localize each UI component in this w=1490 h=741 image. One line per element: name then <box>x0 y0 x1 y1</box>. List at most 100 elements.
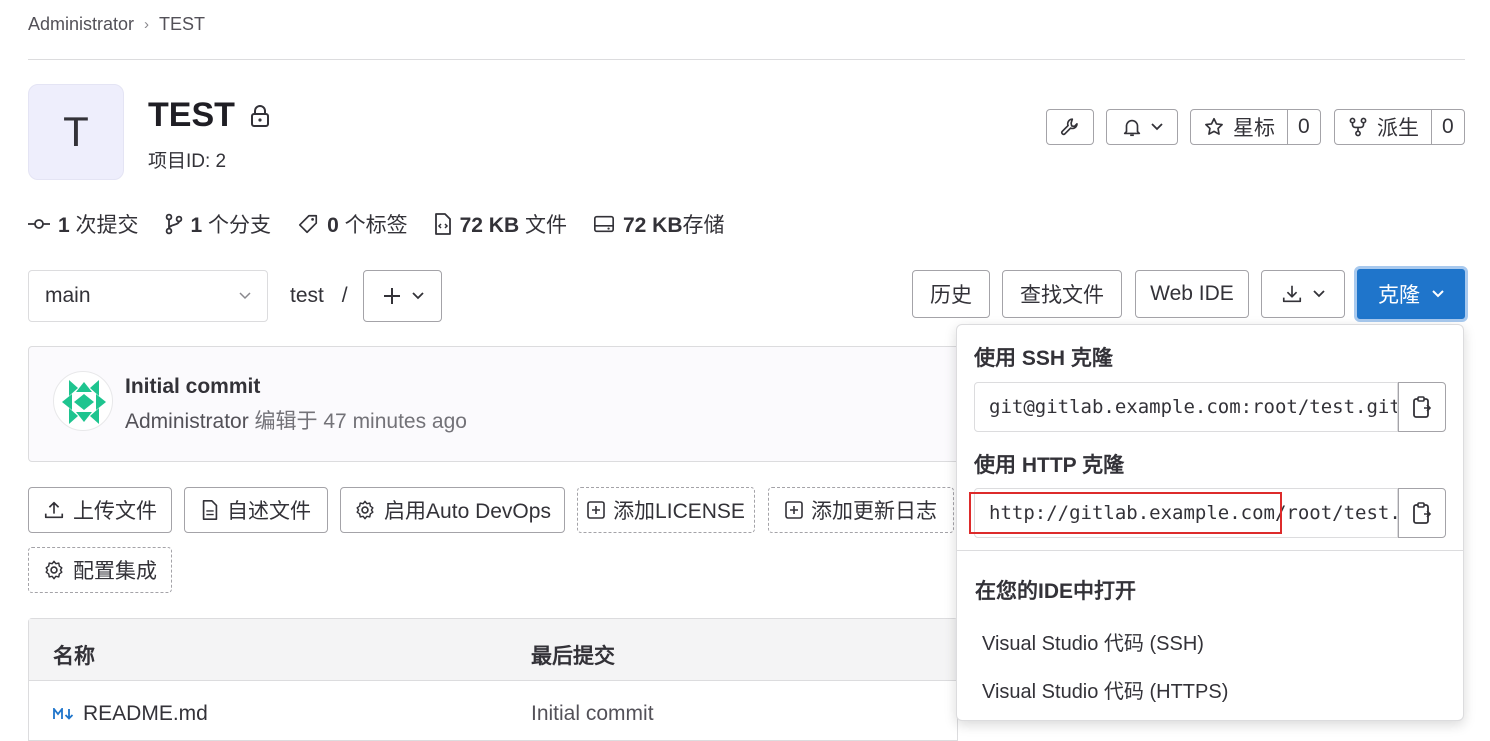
storage-stat: 72 KB存储 <box>593 209 725 239</box>
commits-stat[interactable]: 1 次提交 <box>28 209 139 239</box>
copy-ssh-url-button[interactable] <box>1398 382 1446 432</box>
project-name: TEST <box>148 96 235 134</box>
branches-count: 1 <box>190 214 203 237</box>
clone-button[interactable]: 克隆 <box>1354 266 1468 322</box>
settings-button[interactable] <box>1046 109 1094 145</box>
clone-label: 克隆 <box>1378 284 1420 307</box>
gear-icon <box>354 499 376 521</box>
chevron-down-icon <box>239 292 251 300</box>
ssh-clone-label: 使用 SSH 克隆 <box>974 347 1113 370</box>
breadcrumb-parent-link[interactable]: Administrator <box>28 14 134 35</box>
file-name-link[interactable]: README.md <box>53 702 208 726</box>
readme-button[interactable]: 自述文件 <box>184 487 328 533</box>
branch-icon <box>165 213 183 235</box>
commit-time: 47 minutes ago <box>323 410 467 433</box>
tags-stat[interactable]: 0 个标签 <box>297 209 408 239</box>
http-clone-label: 使用 HTTP 克隆 <box>974 454 1125 477</box>
add-to-tree-button[interactable] <box>363 270 442 322</box>
commit-author-link[interactable]: Administrator <box>125 410 249 433</box>
breadcrumb-current-link[interactable]: TEST <box>159 14 205 35</box>
readme-label: 自述文件 <box>227 500 311 523</box>
file-name-label: README.md <box>83 702 208 725</box>
tags-count: 0 <box>327 214 339 237</box>
upload-file-label: 上传文件 <box>73 500 157 523</box>
star-label: 星标 <box>1233 117 1275 140</box>
upload-icon <box>43 499 65 521</box>
header-divider <box>28 59 1465 60</box>
files-label: 文件 <box>519 214 567 237</box>
fork-button[interactable]: 派生 <box>1335 110 1432 144</box>
chevron-down-icon <box>1151 123 1163 131</box>
tags-label: 个标签 <box>338 214 408 237</box>
chevron-down-icon <box>1432 290 1444 298</box>
branch-selector[interactable]: main <box>28 270 268 322</box>
commit-meta: Administrator 编辑于 47 minutes ago <box>125 405 467 435</box>
commit-title[interactable]: Initial commit <box>125 375 260 399</box>
chevron-down-icon <box>411 292 424 300</box>
open-vscode-ssh-item[interactable]: Visual Studio 代码 (SSH) <box>982 627 1204 656</box>
fork-button-group: 派生 0 <box>1334 109 1465 145</box>
plus-square-icon <box>785 501 803 519</box>
star-button[interactable]: 星标 <box>1191 110 1288 144</box>
author-avatar[interactable] <box>53 371 113 431</box>
add-license-button[interactable]: 添加LICENSE <box>577 487 755 533</box>
bell-icon <box>1121 116 1143 138</box>
configure-integrations-button[interactable]: 配置集成 <box>28 547 172 593</box>
storage-label: 存储 <box>682 214 725 237</box>
add-changelog-label: 添加更新日志 <box>811 500 937 523</box>
plus-icon <box>382 286 402 306</box>
commit-icon <box>28 216 50 232</box>
project-stats: 1 次提交 1 个分支 0 个标签 72 KB 文件 72 KB存储 <box>28 209 725 239</box>
open-vscode-https-item[interactable]: Visual Studio 代码 (HTTPS) <box>982 675 1228 704</box>
find-file-button[interactable]: 查找文件 <box>1002 270 1122 318</box>
dropdown-divider <box>957 550 1463 551</box>
add-changelog-button[interactable]: 添加更新日志 <box>768 487 954 533</box>
wrench-icon <box>1059 116 1081 138</box>
branches-stat[interactable]: 1 个分支 <box>165 209 272 239</box>
configure-integrations-label: 配置集成 <box>73 560 157 583</box>
add-license-label: 添加LICENSE <box>613 500 745 523</box>
ssh-clone-url-input[interactable]: git@gitlab.example.com:root/test.git <box>974 382 1398 432</box>
star-icon <box>1203 116 1225 138</box>
tag-icon <box>297 213 319 235</box>
files-size: 72 KB <box>459 214 520 237</box>
project-avatar[interactable]: T <box>28 84 124 180</box>
fork-label: 派生 <box>1377 117 1419 140</box>
gear-icon <box>43 559 65 581</box>
repo-path: test / <box>290 284 348 308</box>
branch-name: main <box>45 284 91 307</box>
chevron-right-icon: › <box>144 16 150 33</box>
copy-to-clipboard-icon <box>1412 501 1432 525</box>
document-icon <box>201 499 219 521</box>
path-separator: / <box>341 284 348 307</box>
project-id: 项目ID: 2 <box>148 151 227 172</box>
download-icon <box>1281 283 1303 305</box>
commits-label: 次提交 <box>69 214 139 237</box>
commits-count: 1 <box>58 214 70 237</box>
url-highlight-box <box>969 492 1282 534</box>
fork-count[interactable]: 0 <box>1432 110 1464 144</box>
file-table-header <box>29 619 957 681</box>
star-button-group: 星标 0 <box>1190 109 1321 145</box>
project-title: TEST <box>148 96 271 135</box>
download-button[interactable] <box>1261 270 1345 318</box>
lock-icon <box>249 104 271 128</box>
files-stat[interactable]: 72 KB 文件 <box>434 209 567 239</box>
chevron-down-icon <box>1313 290 1325 298</box>
storage-icon <box>593 213 615 235</box>
web-ide-button[interactable]: Web IDE <box>1135 270 1249 318</box>
history-button[interactable]: 历史 <box>912 270 990 318</box>
last-commit-panel <box>28 346 968 462</box>
fork-icon <box>1347 116 1369 138</box>
path-root-link[interactable]: test <box>290 284 324 307</box>
notification-button[interactable] <box>1106 109 1178 145</box>
storage-size: 72 KB <box>622 214 683 237</box>
plus-square-icon <box>587 501 605 519</box>
column-header-name: 名称 <box>53 645 95 668</box>
auto-devops-button[interactable]: 启用Auto DevOps <box>340 487 565 533</box>
copy-http-url-button[interactable] <box>1398 488 1446 538</box>
upload-file-button[interactable]: 上传文件 <box>28 487 172 533</box>
file-last-commit-link[interactable]: Initial commit <box>531 702 654 726</box>
branches-label: 个分支 <box>202 214 272 237</box>
star-count[interactable]: 0 <box>1288 110 1320 144</box>
